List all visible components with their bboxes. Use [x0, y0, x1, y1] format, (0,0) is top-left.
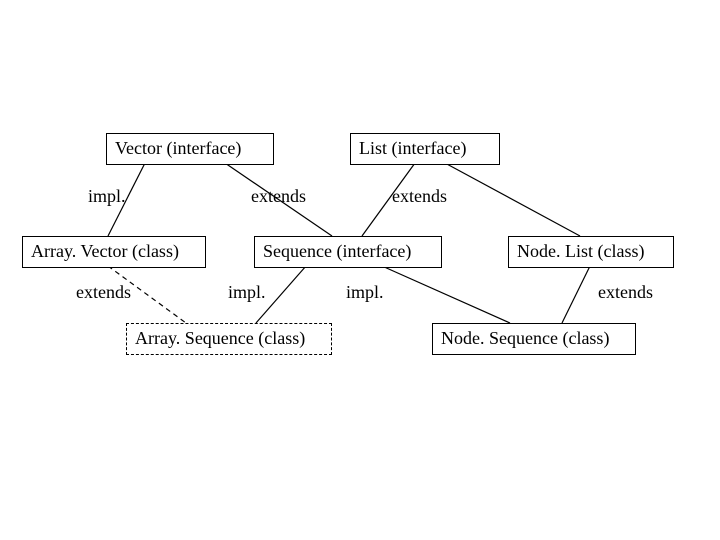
label-extends-nodelist-nodesequence: extends	[598, 282, 653, 303]
node-node-sequence-class: Node. Sequence (class)	[432, 323, 636, 355]
node-array-vector-class: Array. Vector (class)	[22, 236, 206, 268]
label-impl-sequence-arraysequence: impl.	[228, 282, 266, 303]
label-impl-vector-arrayvector: impl.	[88, 186, 126, 207]
node-vector-interface: Vector (interface)	[106, 133, 274, 165]
label-extends-arrayvector-arraysequence: extends	[76, 282, 131, 303]
node-node-list-class: Node. List (class)	[508, 236, 674, 268]
node-list-interface: List (interface)	[350, 133, 500, 165]
node-sequence-interface: Sequence (interface)	[254, 236, 442, 268]
label-extends-list-sequence: extends	[392, 186, 447, 207]
label-extends-vector-sequence: extends	[251, 186, 306, 207]
connector-lines	[0, 0, 720, 540]
label-impl-sequence-nodesequence: impl.	[346, 282, 384, 303]
diagram-canvas: Vector (interface) List (interface) impl…	[0, 0, 720, 540]
node-array-sequence-class: Array. Sequence (class)	[126, 323, 332, 355]
